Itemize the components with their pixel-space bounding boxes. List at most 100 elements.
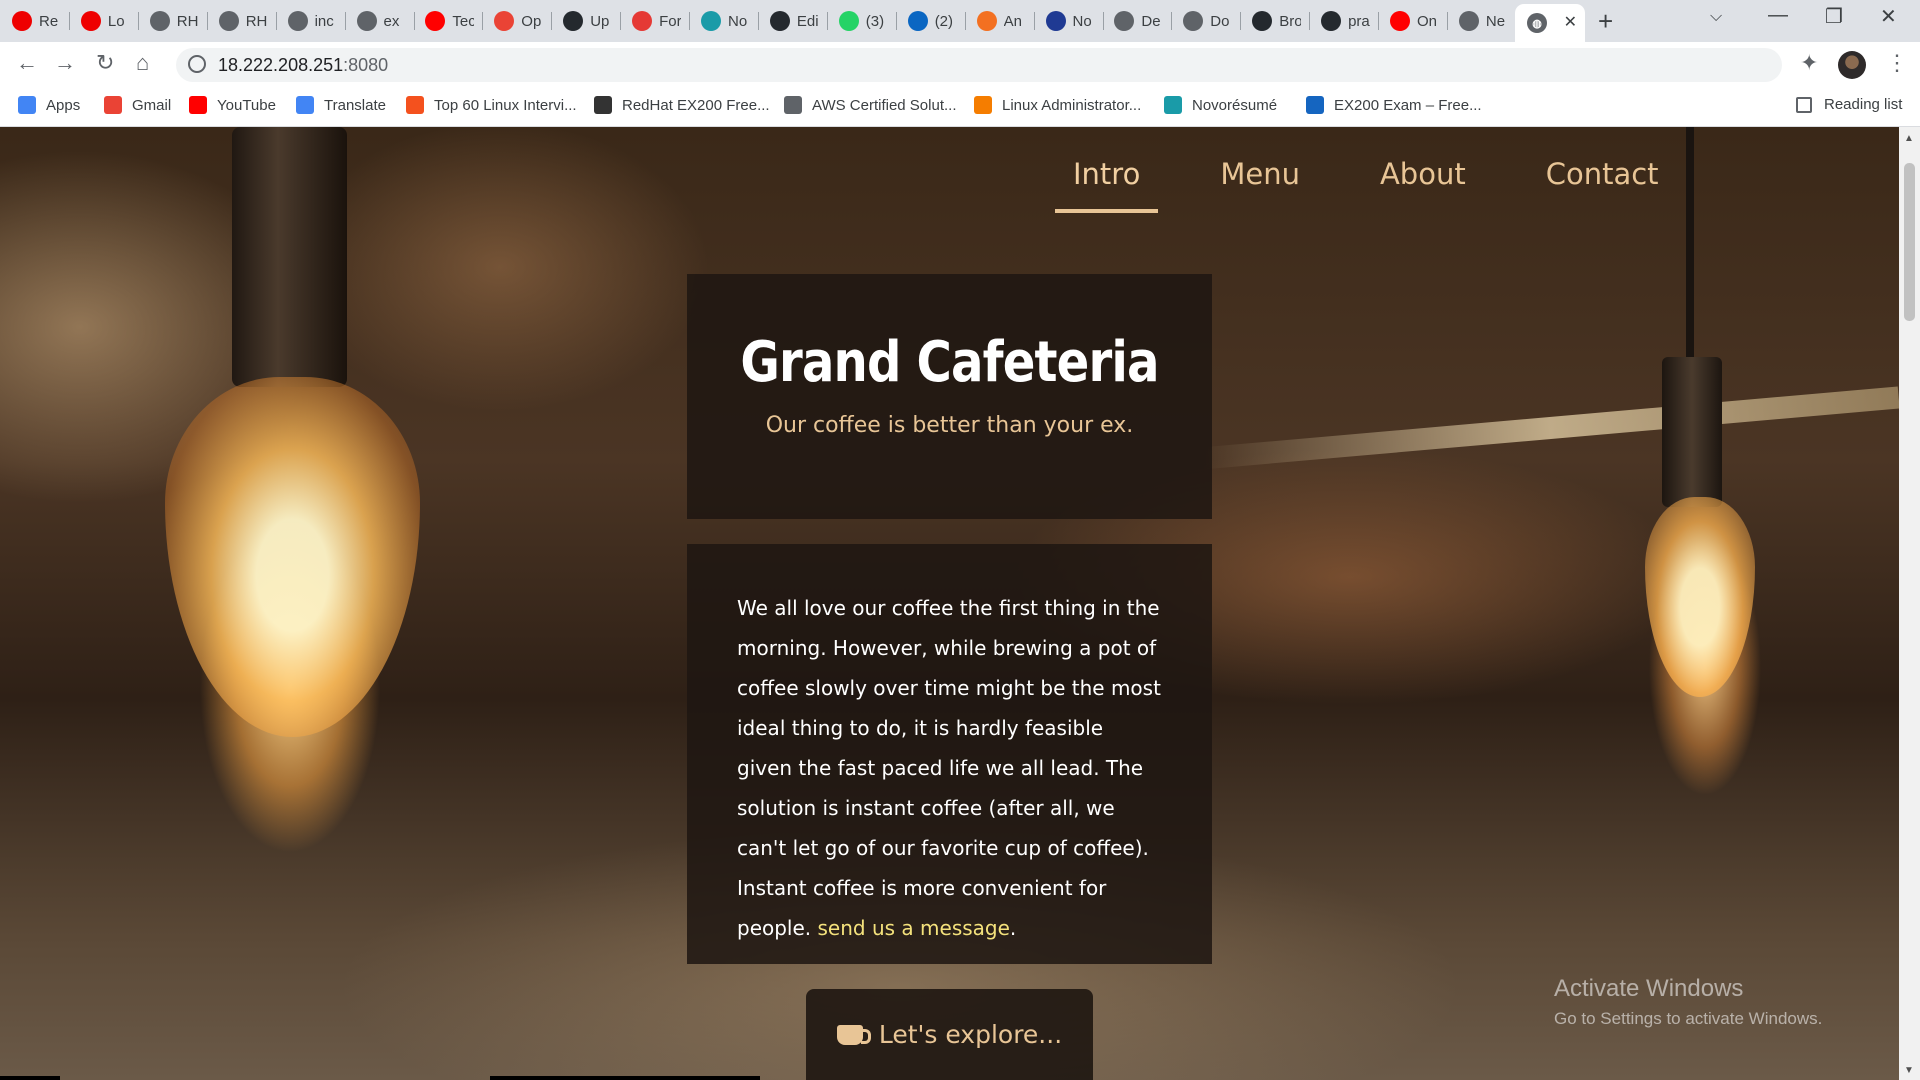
bookmark-item[interactable]: Gmail [104, 96, 171, 114]
tab-active[interactable]: ◍ ✕ [1515, 4, 1585, 42]
globe-icon: ◍ [1527, 13, 1547, 33]
bookmark-item[interactable]: EX200 Exam – Free... [1306, 96, 1482, 114]
tab-label: Edi [796, 12, 819, 30]
nav-intro[interactable]: Intro [1055, 157, 1159, 213]
gmail-icon [494, 11, 515, 31]
whatsapp-icon [838, 11, 859, 31]
bookmark-label: YouTube [217, 96, 276, 114]
intro-text-box: We all love our coffee the first thing i… [687, 544, 1212, 964]
page-scrollbar[interactable]: ▲ ▼ [1899, 127, 1920, 1080]
reload-icon[interactable]: ↻ [96, 50, 114, 76]
site-nav: Intro Menu About Contact [1055, 157, 1721, 213]
tab-item[interactable]: Op [482, 4, 553, 38]
bookmark-item[interactable]: Novorésumé [1164, 96, 1277, 114]
tab-item[interactable]: inc [276, 4, 346, 38]
profile-avatar[interactable] [1838, 51, 1866, 79]
scroll-up-icon[interactable]: ▲ [1904, 133, 1914, 144]
tab-item[interactable]: For [620, 4, 691, 38]
browser-menu-icon[interactable]: ⋮ [1886, 50, 1908, 76]
list-icon [1306, 96, 1324, 114]
background-lamp-socket-left [232, 127, 347, 387]
nav-about[interactable]: About [1362, 157, 1484, 213]
github-icon [563, 11, 584, 31]
tab-item[interactable]: No [1034, 4, 1104, 38]
tab-item[interactable]: An [965, 4, 1035, 38]
extensions-puzzle-icon[interactable]: ✦ [1800, 50, 1818, 76]
blogger-icon [974, 96, 992, 114]
globe-icon [218, 11, 239, 31]
tab-label: (2) [934, 12, 954, 30]
reading-list-button[interactable]: Reading list [1796, 96, 1902, 113]
url-text[interactable]: 18.222.208.251:8080 [218, 55, 388, 76]
watermark-title: Activate Windows [1554, 975, 1744, 1002]
tab-item[interactable]: (3) [827, 4, 897, 38]
novoresume-icon [1045, 11, 1066, 31]
globe-icon [287, 11, 308, 31]
tab-label: (3) [865, 12, 885, 30]
tab-item[interactable]: pra [1309, 4, 1380, 38]
bookmark-item[interactable]: Top 60 Linux Intervi... [406, 96, 577, 114]
site-title: Grand Cafeteria [740, 330, 1159, 395]
tab-label: RH [176, 12, 199, 30]
back-arrow-icon[interactable]: ← [16, 50, 38, 76]
tab-item[interactable]: (2) [896, 4, 966, 38]
restore-button[interactable]: ❐ [1825, 4, 1843, 29]
tab-item[interactable]: Lo [69, 4, 139, 38]
address-bar[interactable]: 18.222.208.251:8080 [176, 48, 1782, 82]
tab-item[interactable]: RH [207, 4, 277, 38]
tab-item[interactable]: Do [1171, 4, 1242, 38]
nav-menu[interactable]: Menu [1202, 157, 1318, 213]
tab-item[interactable]: Ne [1447, 4, 1517, 38]
tab-item[interactable]: No [689, 4, 759, 38]
tab-label: Up [590, 12, 610, 30]
scrollbar-thumb[interactable] [1904, 163, 1915, 321]
tab-item[interactable]: Up [551, 4, 622, 38]
background-lamp-socket-right [1662, 357, 1722, 507]
youtube-icon [425, 11, 446, 31]
tab-label: An [1003, 12, 1022, 30]
github-icon [769, 11, 790, 31]
intro-paragraph: We all love our coffee the first thing i… [737, 588, 1164, 948]
bookmark-label: Gmail [132, 96, 172, 114]
bookmark-item[interactable]: Translate [296, 96, 386, 114]
tab-item[interactable]: Re [0, 4, 70, 38]
scroll-down-icon[interactable]: ▼ [1904, 1065, 1914, 1076]
tab-label: ex [383, 12, 400, 30]
home-icon[interactable]: ⌂ [136, 50, 149, 76]
tab-item[interactable]: On [1378, 4, 1448, 38]
bookmark-item[interactable]: AWS Certified Solut... [784, 96, 957, 114]
tab-label: RH [245, 12, 268, 30]
site-icon [406, 96, 424, 114]
forward-arrow-icon[interactable]: → [54, 50, 76, 76]
bookmark-item[interactable]: YouTube [189, 96, 276, 114]
youtube-icon [1390, 11, 1410, 31]
bookmark-item[interactable]: RedHat EX200 Free... [594, 96, 770, 114]
new-tab-button[interactable]: + [1598, 6, 1613, 37]
explore-button[interactable]: Let's explore... [806, 989, 1093, 1080]
tab-item[interactable]: ex [345, 4, 415, 38]
tab-item[interactable]: Tec [413, 4, 484, 38]
send-message-link[interactable]: send us a message [818, 916, 1010, 940]
tab-item[interactable]: Bro [1240, 4, 1311, 38]
bookmark-item[interactable]: Apps [18, 96, 80, 114]
tab-item[interactable]: RH [138, 4, 208, 38]
explore-button-label: Let's explore... [878, 1020, 1063, 1049]
bookmark-item[interactable]: Linux Administrator... [974, 96, 1141, 114]
globe-icon [149, 11, 170, 31]
tab-search-chevron-icon[interactable]: ⌵ [1710, 8, 1722, 26]
linkedin-icon [907, 11, 928, 31]
close-tab-icon[interactable]: ✕ [1564, 12, 1577, 32]
apps-grid-icon [18, 96, 36, 114]
tab-item[interactable]: Edi [758, 4, 828, 38]
nav-contact[interactable]: Contact [1528, 157, 1677, 213]
tab-label: pra [1348, 12, 1370, 30]
minimize-button[interactable]: — [1768, 4, 1788, 27]
novoresume-icon [701, 11, 721, 31]
close-window-button[interactable]: ✕ [1880, 4, 1897, 29]
forms-icon [632, 11, 653, 31]
site-icon [594, 96, 612, 114]
redhat-icon [12, 11, 32, 31]
tab-item[interactable]: De [1102, 4, 1173, 38]
site-info-icon[interactable] [188, 55, 206, 73]
globe-icon [1183, 11, 1204, 31]
